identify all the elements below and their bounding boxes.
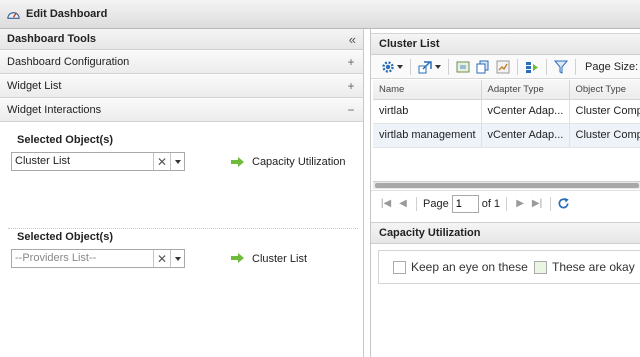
column-header-name[interactable]: Name [373, 80, 482, 100]
dashboard-tools-header: Dashboard Tools « [0, 29, 363, 50]
clear-icon[interactable]: ✕ [153, 250, 170, 267]
cluster-grid-viewport: Name Adapter Type Object Type virtlab vC… [373, 80, 640, 180]
copy-icon [476, 60, 489, 73]
page-label: Page [423, 197, 449, 210]
export-icon [526, 61, 538, 73]
dashboard-tools-title: Dashboard Tools [7, 33, 97, 45]
cluster-list-toolbar: Page Size: [371, 55, 640, 79]
cell-name: virtlab [373, 99, 482, 124]
selected-objects-label: Selected Object(s) [17, 231, 113, 243]
legend-item-okay: These are okay [534, 260, 635, 274]
chart-button[interactable] [494, 58, 512, 76]
cell-object-type: Cluster Comp... [569, 123, 640, 148]
legend-swatch [393, 260, 406, 274]
pagination-bar: |◀ ◀ Page of 1 ▶ ▶| [371, 190, 640, 216]
provider-select[interactable]: Cluster List ✕ [11, 152, 185, 171]
next-page-icon[interactable]: ▶ [513, 198, 527, 209]
interaction-row: Selected Object(s) --Providers List-- ✕ … [0, 220, 363, 300]
column-header-adapter-type[interactable]: Adapter Type [481, 80, 570, 100]
cell-name: virtlab management [373, 123, 482, 148]
target-widget-label: Capacity Utilization [252, 156, 346, 168]
filter-button[interactable] [552, 58, 570, 76]
drilldown-icon [418, 60, 432, 73]
widget-preview-area: Cluster List Page Size: Name Adapter Typ… [370, 29, 640, 357]
filter-icon [554, 60, 568, 74]
accordion-label: Dashboard Configuration [7, 55, 130, 68]
table-row[interactable]: virtlab vCenter Adap... Cluster Comp... [373, 99, 640, 124]
cluster-list-title: Cluster List [379, 38, 440, 50]
expand-icon[interactable]: + [346, 79, 356, 93]
image-icon [456, 61, 470, 72]
column-header-object-type[interactable]: Object Type [569, 80, 640, 100]
refresh-icon[interactable] [557, 197, 570, 210]
target-widget-label: Cluster List [252, 253, 308, 265]
expand-icon[interactable]: + [346, 55, 356, 69]
cell-object-type: Cluster Comp... [569, 99, 640, 124]
accordion-label: Widget List [7, 79, 62, 92]
accordion-widget-interactions[interactable]: Widget Interactions − [0, 98, 363, 122]
prev-page-icon[interactable]: ◀ [396, 198, 410, 209]
accordion-widget-list[interactable]: Widget List + [0, 74, 363, 98]
capacity-legend: Keep an eye on these These are okay [378, 250, 640, 284]
drilldown-button[interactable] [416, 58, 443, 76]
cell-adapter-type: vCenter Adap... [481, 99, 570, 124]
capacity-utilization-title: Capacity Utilization [379, 227, 481, 239]
first-page-icon[interactable]: |◀ [379, 198, 393, 209]
accordion-dashboard-configuration[interactable]: Dashboard Configuration + [0, 50, 363, 74]
green-arrow-icon [231, 253, 244, 263]
collapse-icon[interactable]: − [346, 103, 356, 117]
grid-header-row: Name Adapter Type Object Type [373, 80, 640, 100]
window-title: Edit Dashboard [26, 8, 108, 20]
dashboard-tools-panel: Dashboard Tools « Dashboard Configuratio… [0, 29, 364, 357]
accordion-label: Widget Interactions [7, 103, 102, 116]
page-count-label: of 1 [481, 197, 501, 210]
chevron-down-icon[interactable] [170, 153, 184, 170]
screenshot-button[interactable] [454, 58, 472, 76]
export-button[interactable] [523, 58, 541, 76]
gear-menu-button[interactable] [379, 58, 405, 76]
legend-item-keep-an-eye: Keep an eye on these [393, 260, 528, 274]
capacity-utilization-header: Capacity Utilization [371, 222, 640, 244]
window-titlebar: Edit Dashboard [0, 0, 640, 29]
widget-interactions-body: Selected Object(s) Cluster List ✕ Capaci… [0, 122, 363, 300]
legend-swatch [534, 260, 547, 274]
scrollbar-thumb[interactable] [375, 183, 639, 188]
selected-objects-label: Selected Object(s) [17, 134, 113, 146]
interaction-row: Selected Object(s) Cluster List ✕ Capaci… [0, 122, 363, 220]
legend-label: Keep an eye on these [411, 260, 528, 274]
provider-select[interactable]: --Providers List-- ✕ [11, 249, 185, 268]
cell-adapter-type: vCenter Adap... [481, 123, 570, 148]
copy-button[interactable] [474, 58, 492, 76]
gear-icon [382, 60, 394, 73]
provider-select-placeholder[interactable]: --Providers List-- [12, 250, 153, 267]
cluster-grid: Name Adapter Type Object Type virtlab vC… [373, 80, 640, 148]
clear-icon[interactable]: ✕ [153, 153, 170, 170]
table-row[interactable]: virtlab management vCenter Adap... Clust… [373, 123, 640, 148]
page-number-input[interactable] [451, 194, 479, 213]
provider-select-value[interactable]: Cluster List [12, 153, 153, 170]
legend-label: These are okay [552, 260, 635, 274]
last-page-icon[interactable]: ▶| [530, 198, 544, 209]
horizontal-scrollbar[interactable] [373, 181, 640, 189]
cluster-list-header: Cluster List [371, 33, 640, 55]
green-arrow-icon [231, 157, 244, 167]
collapse-panel-icon[interactable]: « [349, 32, 356, 47]
chevron-down-icon[interactable] [170, 250, 184, 267]
dashboard-gauge-icon [7, 11, 20, 19]
page-size-label: Page Size: [585, 60, 639, 73]
chart-icon [496, 60, 510, 73]
